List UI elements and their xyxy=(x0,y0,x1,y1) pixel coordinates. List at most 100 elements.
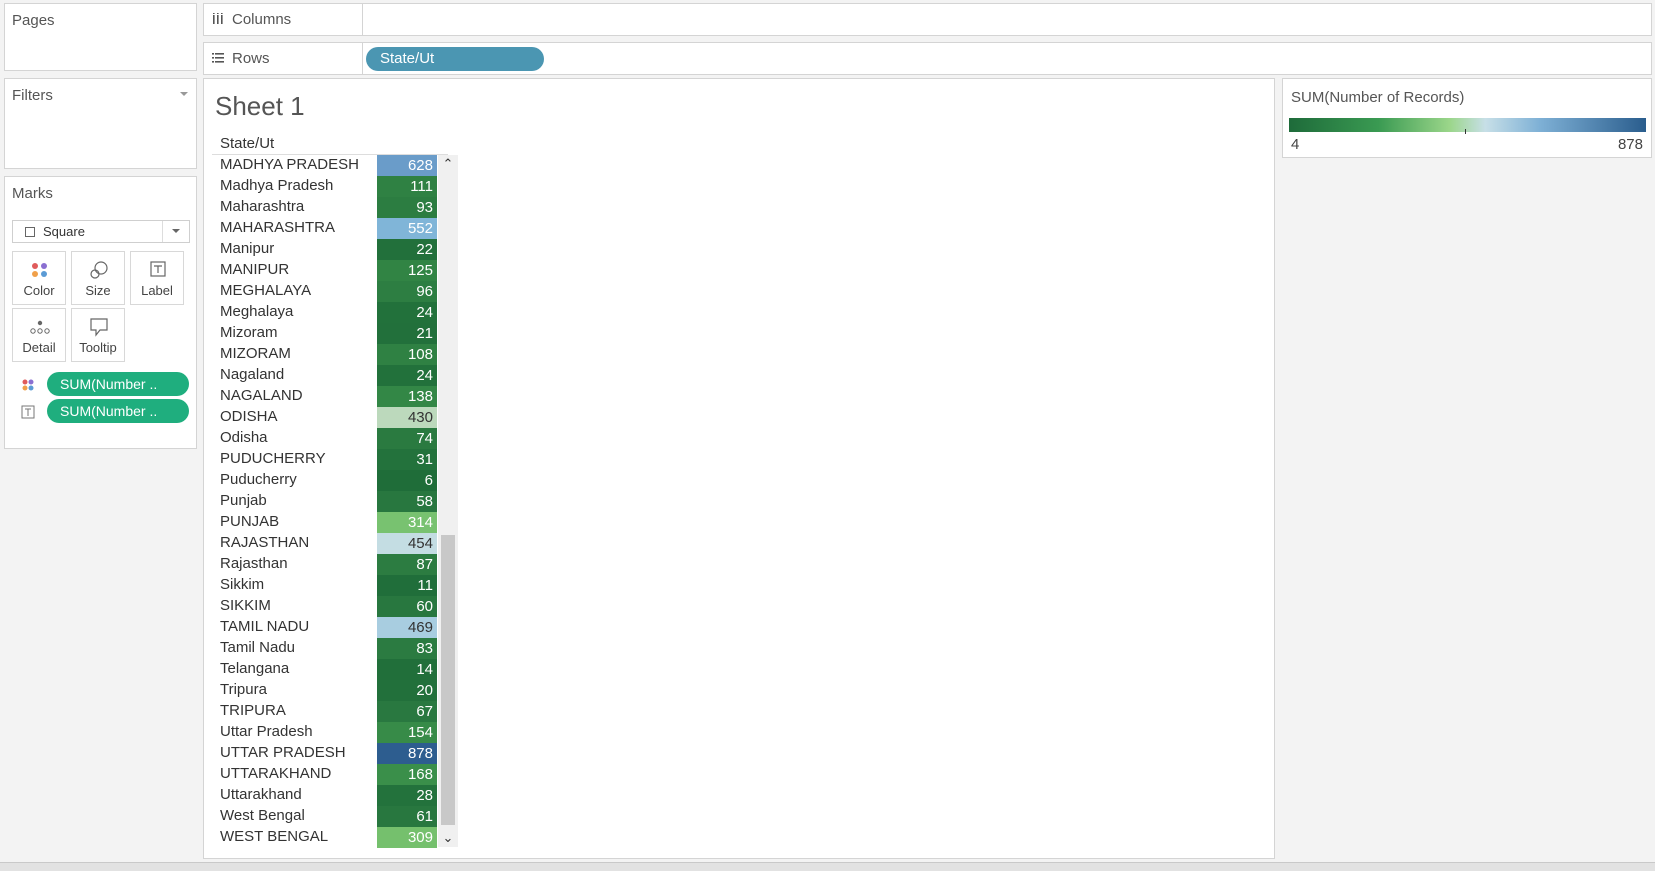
table-row[interactable]: MANIPUR 125 xyxy=(212,260,448,281)
table-row[interactable]: Sikkim 11 xyxy=(212,575,448,596)
table-row[interactable]: ODISHA 430 xyxy=(212,407,448,428)
table-row[interactable]: Uttar Pradesh 154 xyxy=(212,722,448,743)
color-legend[interactable]: SUM(Number of Records) 4 878 xyxy=(1282,78,1652,158)
state-name: Manipur xyxy=(220,240,275,257)
state-name: Tamil Nadu xyxy=(220,639,296,656)
table-row[interactable]: Maharashtra 93 xyxy=(212,197,448,218)
label-field-pill[interactable]: SUM(Number .. xyxy=(47,399,189,423)
record-count-cell[interactable]: 60 xyxy=(377,596,437,617)
legend-min-value: 4 xyxy=(1291,136,1300,153)
color-field-pill[interactable]: SUM(Number .. xyxy=(47,372,189,396)
record-count-cell[interactable]: 21 xyxy=(377,323,437,344)
record-count-cell[interactable]: 96 xyxy=(377,281,437,302)
record-count-cell[interactable]: 430 xyxy=(377,407,437,428)
record-count-cell[interactable]: 24 xyxy=(377,365,437,386)
record-count-cell[interactable]: 11 xyxy=(377,575,437,596)
color-button[interactable]: Color xyxy=(12,251,66,305)
table-row[interactable]: MAHARASHTRA 552 xyxy=(212,218,448,239)
record-count-cell[interactable]: 628 xyxy=(377,155,437,176)
state-name: PUDUCHERRY xyxy=(220,450,326,467)
vertical-scrollbar[interactable]: ⌃ ⌄ xyxy=(438,155,458,847)
rows-shelf[interactable]: Rows State/Ut xyxy=(203,42,1652,75)
state-name: PUNJAB xyxy=(220,513,280,530)
record-count-cell[interactable]: 87 xyxy=(377,554,437,575)
record-count-cell[interactable]: 138 xyxy=(377,386,437,407)
state-name: MIZORAM xyxy=(220,345,291,362)
record-count-cell[interactable]: 83 xyxy=(377,638,437,659)
record-count-cell[interactable]: 58 xyxy=(377,491,437,512)
table-row[interactable]: Nagaland 24 xyxy=(212,365,448,386)
record-count-cell[interactable]: 24 xyxy=(377,302,437,323)
table-row[interactable]: Telangana 14 xyxy=(212,659,448,680)
table-row[interactable]: Rajasthan 87 xyxy=(212,554,448,575)
record-count-cell[interactable]: 454 xyxy=(377,533,437,554)
record-count-cell[interactable]: 31 xyxy=(377,449,437,470)
state-name: Rajasthan xyxy=(220,555,288,572)
record-count-cell[interactable]: 74 xyxy=(377,428,437,449)
table-row[interactable]: NAGALAND 138 xyxy=(212,386,448,407)
table-row[interactable]: Odisha 74 xyxy=(212,428,448,449)
table-row[interactable]: Punjab 58 xyxy=(212,491,448,512)
detail-button[interactable]: Detail xyxy=(12,308,66,362)
table-row[interactable]: Tripura 20 xyxy=(212,680,448,701)
mark-type-dropdown[interactable]: Square xyxy=(12,220,190,243)
record-count-cell[interactable]: 125 xyxy=(377,260,437,281)
record-count-cell[interactable]: 314 xyxy=(377,512,437,533)
table-row[interactable]: UTTAR PRADESH 878 xyxy=(212,743,448,764)
record-count-cell[interactable]: 14 xyxy=(377,659,437,680)
table-row[interactable]: Tamil Nadu 83 xyxy=(212,638,448,659)
table-row[interactable]: MIZORAM 108 xyxy=(212,344,448,365)
state-name: Nagaland xyxy=(220,366,285,383)
table-row[interactable]: Uttarakhand 28 xyxy=(212,785,448,806)
record-count-cell[interactable]: 878 xyxy=(377,743,437,764)
filters-menu-icon[interactable] xyxy=(180,92,188,96)
table-row[interactable]: Mizoram 21 xyxy=(212,323,448,344)
filters-card[interactable]: Filters xyxy=(4,78,197,169)
chevron-down-icon[interactable] xyxy=(162,221,189,242)
table-row[interactable]: Madhya Pradesh 111 xyxy=(212,176,448,197)
record-count-cell[interactable]: 168 xyxy=(377,764,437,785)
table-row[interactable]: Puducherry 6 xyxy=(212,470,448,491)
state-ut-pill[interactable]: State/Ut xyxy=(366,47,544,71)
record-count-cell[interactable]: 108 xyxy=(377,344,437,365)
record-count-cell[interactable]: 111 xyxy=(377,176,437,197)
table-row[interactable]: SIKKIM 60 xyxy=(212,596,448,617)
label-button[interactable]: Label xyxy=(130,251,184,305)
table-row[interactable]: Meghalaya 24 xyxy=(212,302,448,323)
size-button[interactable]: Size xyxy=(71,251,125,305)
column-header-state-ut[interactable]: State/Ut xyxy=(220,135,274,152)
table-row[interactable]: PUNJAB 314 xyxy=(212,512,448,533)
scroll-up-icon[interactable]: ⌃ xyxy=(438,155,458,173)
scrollbar-thumb[interactable] xyxy=(441,535,455,825)
table-row[interactable]: TRIPURA 67 xyxy=(212,701,448,722)
table-row[interactable]: MEGHALAYA 96 xyxy=(212,281,448,302)
columns-shelf[interactable]: Columns xyxy=(203,3,1652,36)
table-row[interactable]: MADHYA PRADESH 628 xyxy=(212,155,448,176)
record-count-cell[interactable]: 28 xyxy=(377,785,437,806)
state-name: Punjab xyxy=(220,492,267,509)
record-count-cell[interactable]: 6 xyxy=(377,470,437,491)
detail-icon xyxy=(30,320,50,334)
record-count-cell[interactable]: 154 xyxy=(377,722,437,743)
table-row[interactable]: PUDUCHERRY 31 xyxy=(212,449,448,470)
table-row[interactable]: Manipur 22 xyxy=(212,239,448,260)
state-name: Telangana xyxy=(220,660,290,677)
record-count-cell[interactable]: 469 xyxy=(377,617,437,638)
table-row[interactable]: WEST BENGAL 309 xyxy=(212,827,448,848)
record-count-cell[interactable]: 309 xyxy=(377,827,437,848)
record-count-cell[interactable]: 22 xyxy=(377,239,437,260)
color-label: Color xyxy=(23,283,55,298)
record-count-cell[interactable]: 67 xyxy=(377,701,437,722)
scroll-down-icon[interactable]: ⌄ xyxy=(438,829,458,847)
table-row[interactable]: RAJASTHAN 454 xyxy=(212,533,448,554)
table-row[interactable]: UTTARAKHAND 168 xyxy=(212,764,448,785)
table-row[interactable]: West Bengal 61 xyxy=(212,806,448,827)
state-name: MADHYA PRADESH xyxy=(220,156,359,173)
table-row[interactable]: TAMIL NADU 469 xyxy=(212,617,448,638)
record-count-cell[interactable]: 61 xyxy=(377,806,437,827)
rows-icon xyxy=(212,53,224,63)
tooltip-button[interactable]: Tooltip xyxy=(71,308,125,362)
record-count-cell[interactable]: 93 xyxy=(377,197,437,218)
record-count-cell[interactable]: 20 xyxy=(377,680,437,701)
record-count-cell[interactable]: 552 xyxy=(377,218,437,239)
